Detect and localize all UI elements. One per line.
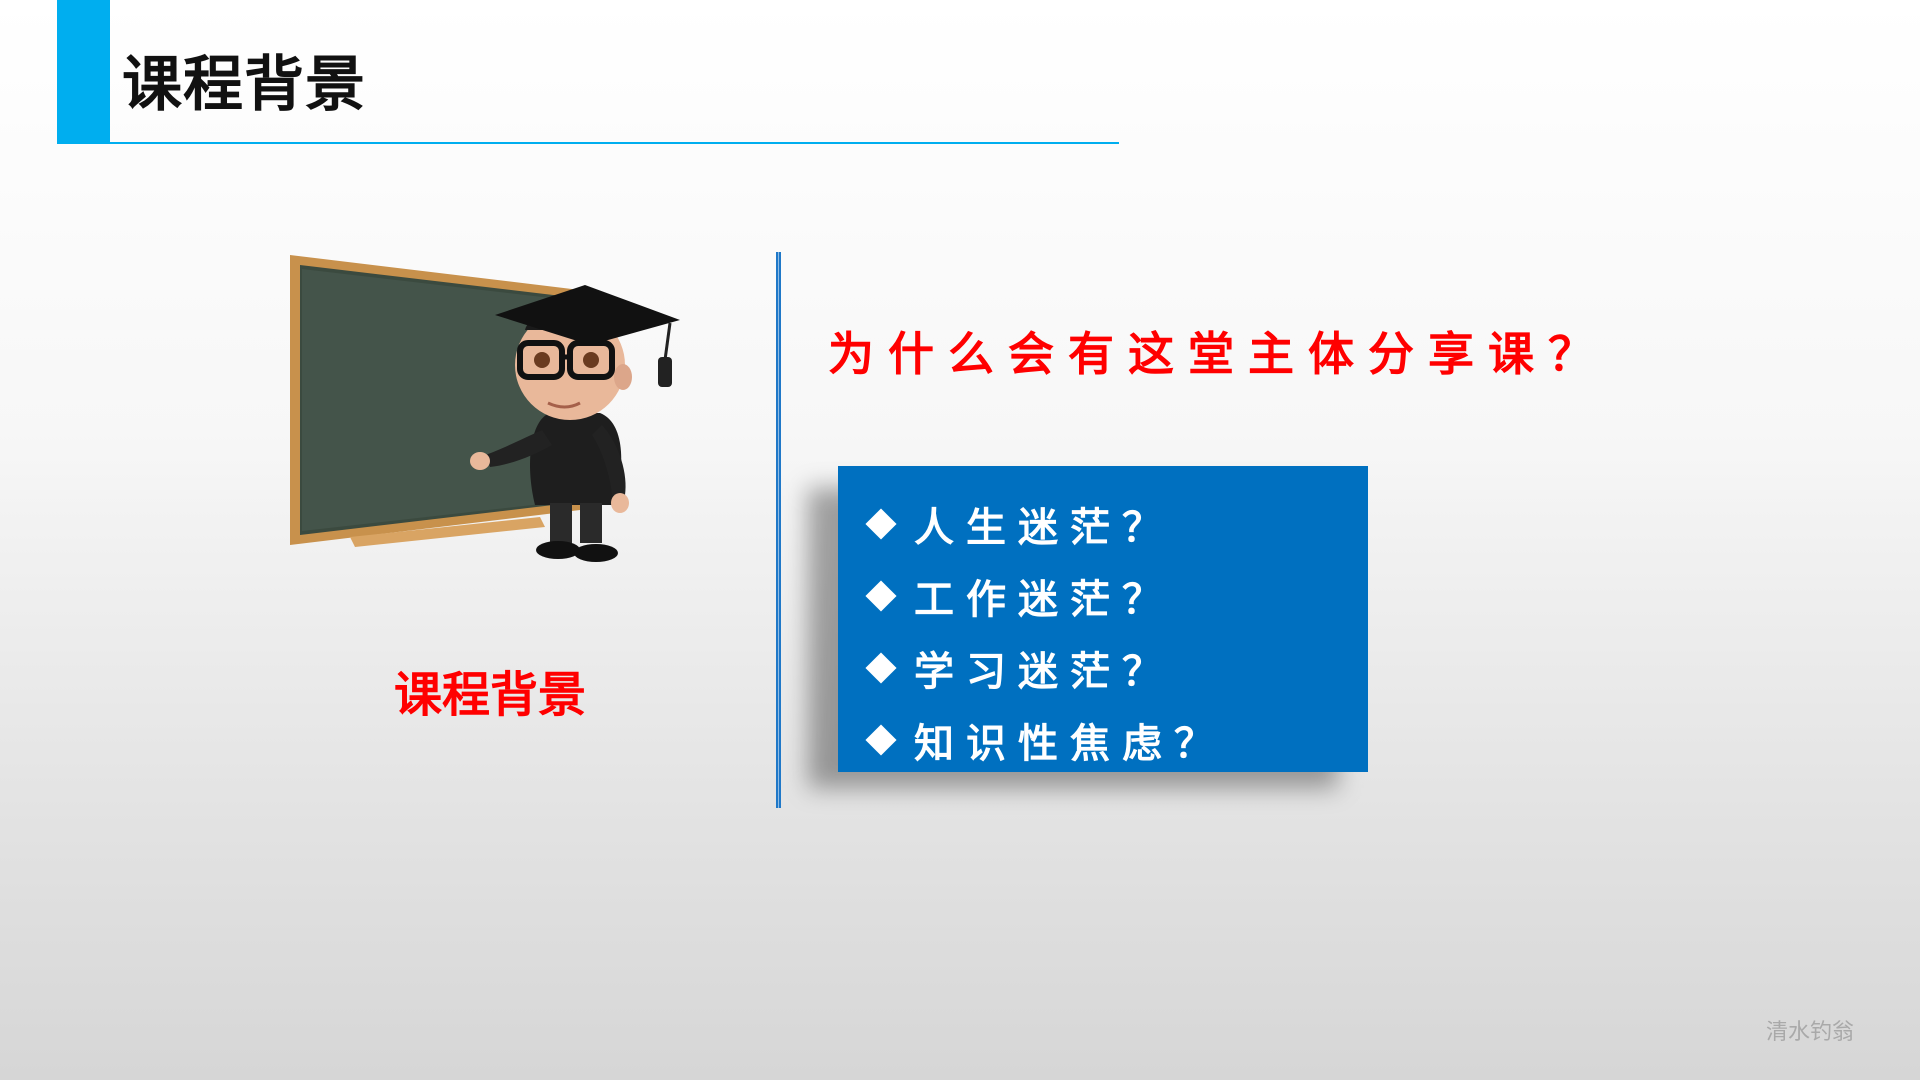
list-item-label: 学习迷茫？	[914, 649, 1174, 695]
list-item: 人生迷茫？	[860, 488, 1368, 560]
reasons-box: 人生迷茫？ 工作迷茫？ 学习迷茫？ 知识性焦虑？	[838, 466, 1368, 772]
diamond-bullet-icon	[865, 724, 897, 756]
list-item-label: 知识性焦虑？	[914, 721, 1226, 767]
page-title: 课程背景	[122, 50, 366, 120]
diamond-bullet-icon	[865, 652, 897, 684]
main-question: 为什么会有这堂主体分享课？	[828, 327, 1608, 381]
list-item: 学习迷茫？	[860, 632, 1368, 704]
list-item: 知识性焦虑？	[860, 704, 1368, 776]
diamond-bullet-icon	[865, 580, 897, 612]
graduate-teacher-illustration	[290, 255, 680, 562]
vertical-divider	[776, 252, 781, 808]
watermark-text: 清水钓翁	[1765, 1020, 1854, 1045]
diamond-bullet-icon	[865, 508, 897, 540]
list-item: 工作迷茫？	[860, 560, 1368, 632]
list-item-label: 工作迷茫？	[914, 577, 1174, 623]
list-item-label: 人生迷茫？	[914, 505, 1174, 551]
title-underline	[57, 142, 1119, 144]
left-caption: 课程背景	[393, 667, 586, 723]
title-accent-bar	[57, 0, 110, 144]
